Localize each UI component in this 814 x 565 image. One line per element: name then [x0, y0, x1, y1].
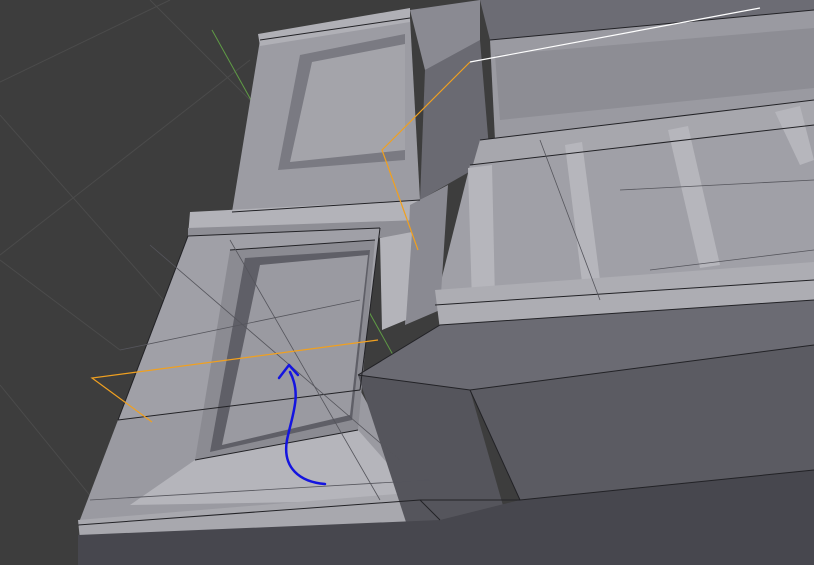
3d-viewport[interactable] [0, 0, 814, 565]
viewport-canvas[interactable] [0, 0, 814, 565]
upper-wall-section [188, 8, 420, 238]
